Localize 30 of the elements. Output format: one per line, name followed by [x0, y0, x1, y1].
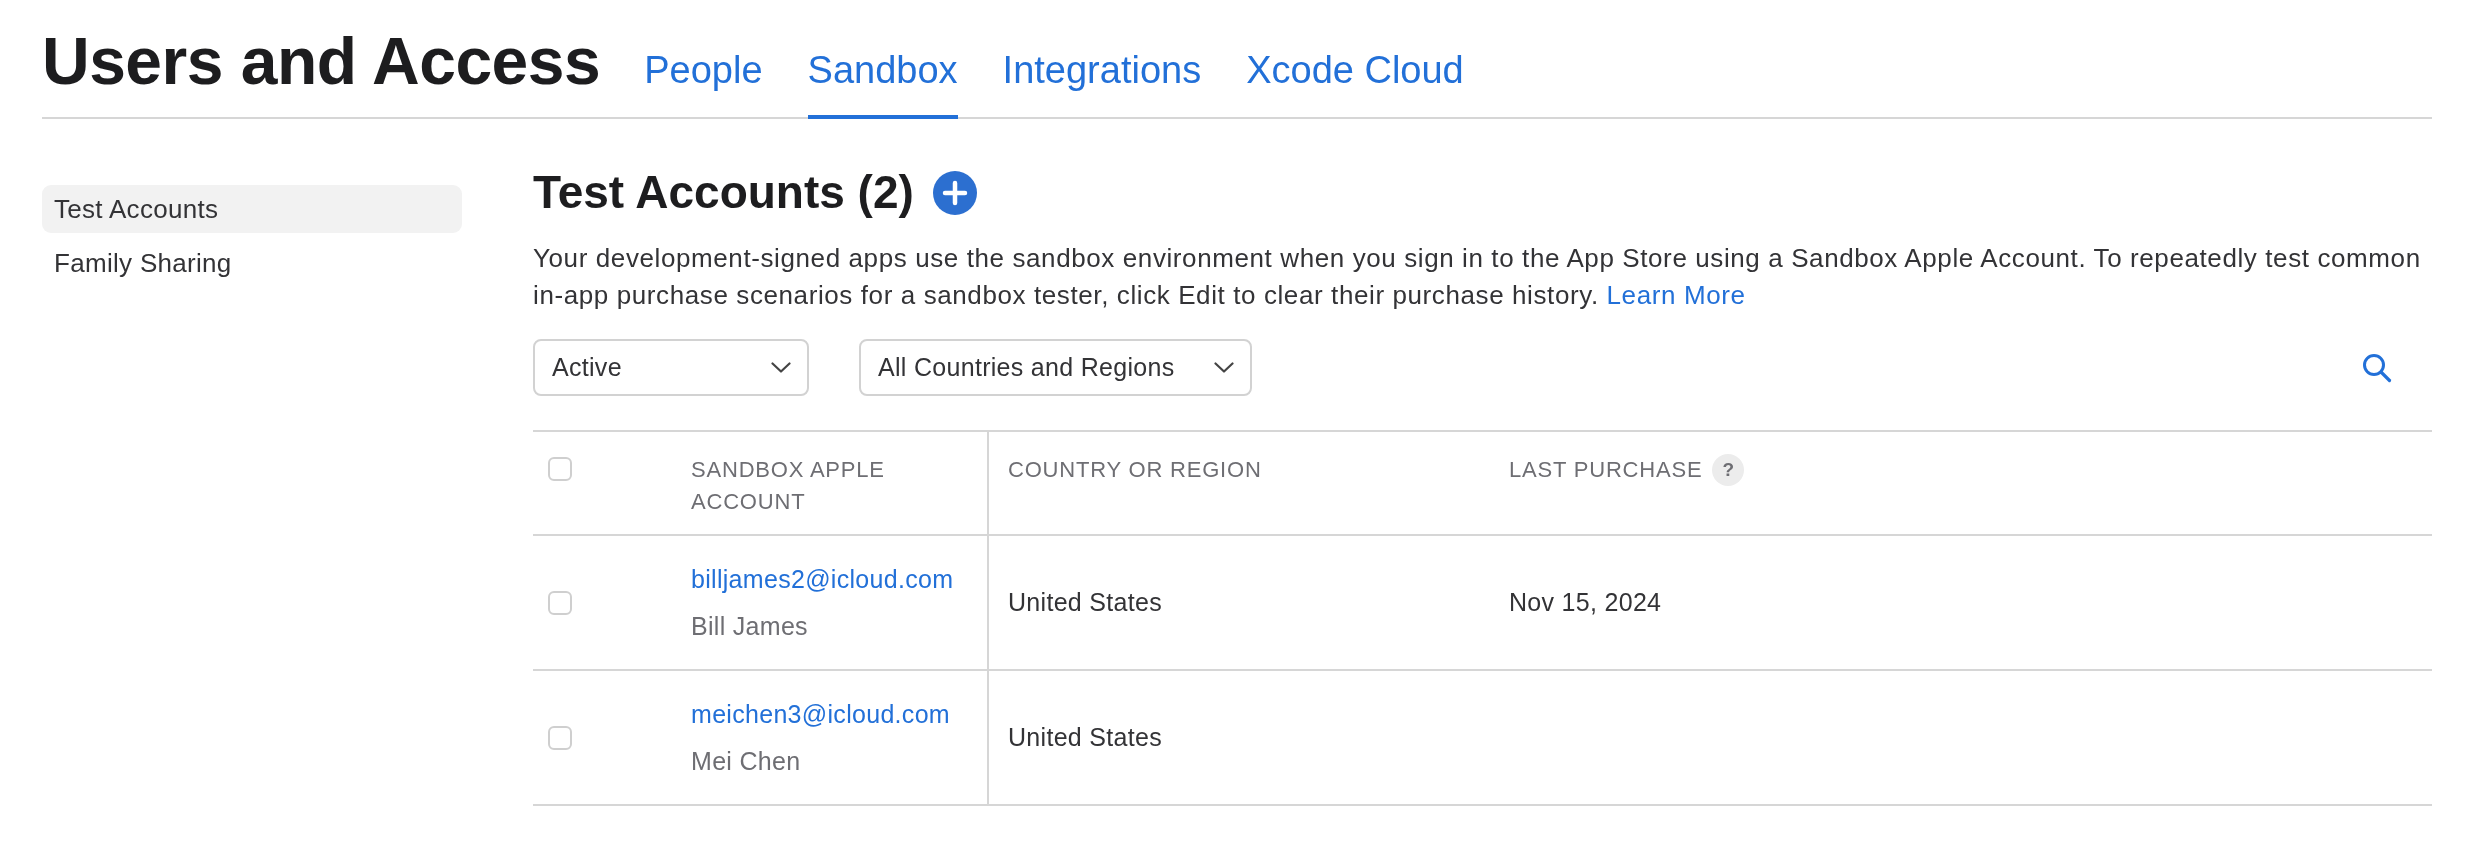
- sidebar-item[interactable]: Test Accounts: [42, 185, 462, 233]
- column-header: SANDBOX APPLE ACCOUNT: [691, 456, 886, 516]
- nav-tab[interactable]: Integrations: [1002, 51, 1202, 119]
- help-button[interactable]: ?: [1712, 454, 1745, 486]
- nav-tab[interactable]: Xcode Cloud: [1246, 51, 1464, 119]
- email-link[interactable]: meichen3@icloud.com: [691, 690, 987, 738]
- account-name: Bill James: [691, 610, 809, 642]
- add-icon[interactable]: [932, 170, 977, 215]
- account-name: Mei Chen: [691, 745, 802, 777]
- column-header: LAST PURCHASE: [1509, 456, 1703, 484]
- row-checkbox[interactable]: [548, 590, 572, 615]
- search-icon[interactable]: [2362, 352, 2392, 383]
- country-cell: United States: [1008, 588, 1162, 617]
- sidebar-item[interactable]: Family Sharing: [42, 239, 462, 287]
- description-text: Your development-signed apps use the sandbox environment when you sign in to the App Store using a Sandbox Apple Account. To repeatedly test common in-app purchase scenarios for a sandbox tester, click Edit to clear their purchase history. Learn More: [533, 242, 2422, 312]
- nav-tab[interactable]: People: [644, 51, 763, 119]
- filter-dropdown[interactable]: Active: [533, 339, 809, 396]
- page-title: Users and Access: [42, 28, 601, 100]
- country-cell: United States: [1008, 723, 1162, 752]
- filter-dropdown[interactable]: All Countries and Regions: [859, 339, 1252, 396]
- learn-more-link[interactable]: Learn More: [1606, 280, 1746, 310]
- chevron-down-icon: [1214, 362, 1234, 373]
- chevron-down-icon: [771, 362, 791, 373]
- nav-tab[interactable]: Sandbox: [807, 51, 958, 119]
- section-title: Test Accounts (2): [533, 165, 914, 220]
- date-cell: Nov 15, 2024: [1509, 588, 1662, 617]
- column-header: COUNTRY OR REGION: [1008, 456, 1262, 484]
- select-all-checkbox[interactable]: [548, 457, 572, 481]
- row-checkbox[interactable]: [548, 725, 572, 750]
- email-link[interactable]: billjames2@icloud.com: [691, 555, 987, 603]
